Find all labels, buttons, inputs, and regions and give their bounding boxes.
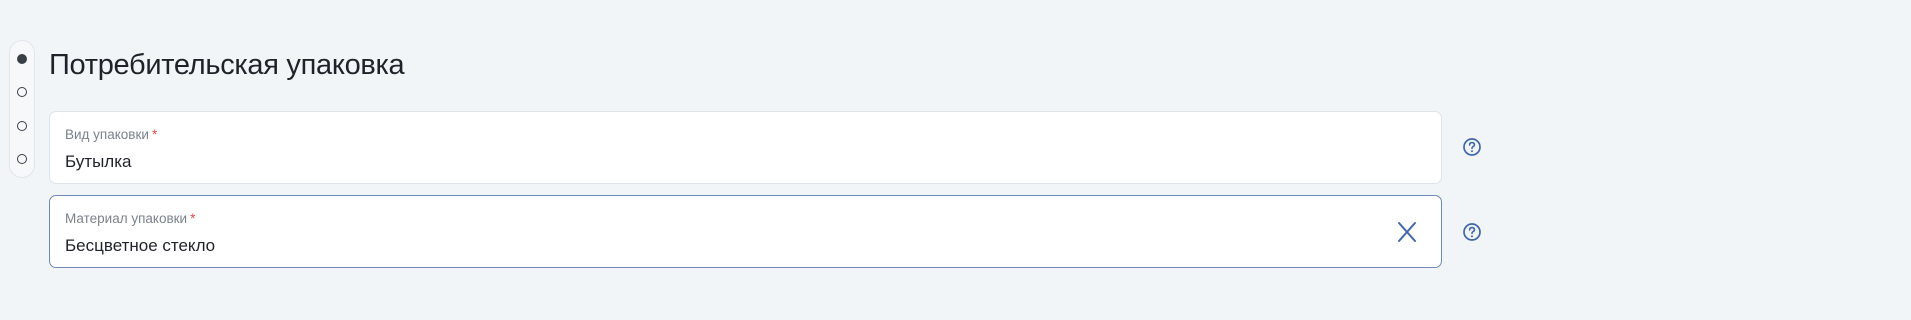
packaging-material-value: Бесцветное стекло: [65, 236, 216, 255]
step-dot-2[interactable]: [17, 87, 27, 97]
step-dot-3[interactable]: [17, 121, 27, 131]
step-dot-4[interactable]: [17, 154, 27, 164]
packaging-type-label-text: Вид упаковки: [65, 127, 149, 142]
packaging-material-field[interactable]: Материал упаковки * Бесцветное стекло: [49, 195, 1442, 268]
question-circle-icon[interactable]: [1462, 222, 1482, 242]
packaging-type-value: Бутылка: [65, 152, 132, 171]
step-dot-1[interactable]: [17, 54, 27, 64]
packaging-material-label: Материал упаковки *: [65, 211, 195, 227]
section-stepper: [9, 40, 35, 178]
required-mark: *: [190, 211, 196, 226]
close-icon[interactable]: [1395, 220, 1419, 244]
packaging-type-label: Вид упаковки *: [65, 127, 157, 143]
packaging-type-field[interactable]: Вид упаковки * Бутылка: [49, 111, 1442, 184]
section-title: Потребительская упаковка: [49, 49, 405, 81]
required-mark: *: [151, 127, 158, 142]
packaging-material-label-text: Материал упаковки: [65, 211, 188, 226]
question-circle-icon[interactable]: [1462, 137, 1482, 157]
